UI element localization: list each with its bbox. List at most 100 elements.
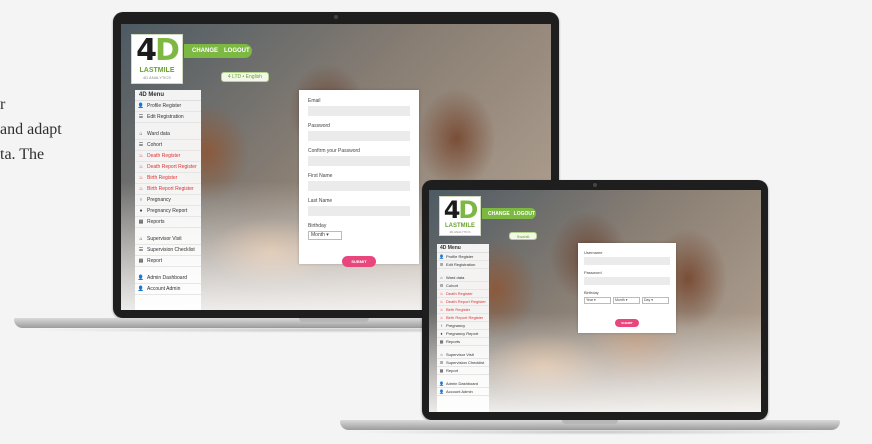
fire-icon: ♨: [138, 175, 144, 181]
chart-icon: ▦: [439, 339, 444, 344]
home-icon: ⌂: [139, 236, 143, 242]
menu-title: 4D Menu: [437, 244, 489, 253]
submit-button[interactable]: SUBMIT: [342, 256, 376, 267]
person-icon: ♀: [139, 197, 143, 203]
birthday-month-select[interactable]: Month ▾: [613, 297, 640, 304]
menu-item-admin-dashboard[interactable]: 👤 Admin Dashboard: [135, 273, 201, 284]
menu-item-death-register[interactable]: ♨ Death Register: [135, 151, 201, 162]
list-icon: ☰: [439, 283, 444, 288]
menu-item-birth-report[interactable]: ♨ Birth Report Register: [437, 314, 489, 322]
user-icon: 👤: [439, 381, 444, 386]
user-icon: 👤: [439, 389, 444, 394]
submit-button[interactable]: SUBMIT: [615, 319, 639, 327]
menu-item-edit-registration[interactable]: ☰ Edit Registration: [135, 112, 201, 123]
camera-icon: [334, 15, 338, 19]
menu-item-profile-register[interactable]: 👤 Profile Register: [135, 101, 201, 112]
birthday-year-select[interactable]: Year ▾: [584, 297, 611, 304]
birthday-label: Birthday: [584, 290, 599, 295]
login-form: Username Password Birthday Year ▾ Month …: [578, 243, 676, 333]
home-icon: ⌂: [440, 352, 443, 357]
menu-item-reports[interactable]: ▦ Reports: [437, 338, 489, 346]
menu-item-supervisor-visit[interactable]: ⌂ Supervisor Visit: [437, 351, 489, 359]
first-name-field[interactable]: [308, 181, 410, 191]
menu-item-birth-report[interactable]: ♨ Birth Report Register: [135, 184, 201, 195]
logo-tagline: 4D ANALYTICS: [449, 230, 471, 234]
registration-form: Email Password Confirm your Password Fir…: [299, 90, 419, 267]
menu-item-account-admin[interactable]: 👤 Account Admin: [437, 388, 489, 396]
username-field[interactable]: [584, 257, 670, 265]
nav-change[interactable]: CHANGE: [488, 211, 510, 217]
email-field[interactable]: [308, 106, 410, 116]
menu-item-ward-data[interactable]: ⌂ Ward data: [135, 129, 201, 140]
drop-icon: ♦: [440, 331, 443, 336]
menu-item-cohort[interactable]: ☰ Cohort: [437, 282, 489, 290]
menu-item-supervision-checklist[interactable]: ☰ Supervision Checklist: [437, 359, 489, 367]
confirm-password-field[interactable]: [308, 156, 410, 166]
menu-item-birth-register[interactable]: ♨ Birth Register: [437, 306, 489, 314]
menu-title: 4D Menu: [135, 90, 201, 101]
menu-item-ward-data[interactable]: ⌂ Ward data: [437, 274, 489, 282]
language-selector[interactable]: 4 LTD • English: [221, 72, 269, 82]
field-label: Username: [584, 250, 603, 255]
logo-brand: LASTMILE: [445, 223, 475, 229]
fire-icon: ♨: [138, 153, 144, 159]
chart-icon: ▦: [439, 368, 444, 373]
user-icon: 👤: [439, 254, 444, 259]
last-name-field[interactable]: [308, 206, 410, 216]
menu-item-profile-register[interactable]: 👤 Profile Register: [437, 253, 489, 261]
list-icon: ☰: [439, 262, 444, 267]
field-label: Password: [584, 270, 602, 275]
logo-brand: LASTMILE: [139, 67, 175, 74]
list-icon: ☰: [138, 247, 144, 253]
fire-icon: ♨: [439, 315, 444, 320]
top-nav: CHANGE LOGOUT: [184, 44, 252, 58]
menu-item-cohort[interactable]: ☰ Cohort: [135, 140, 201, 151]
nav-logout[interactable]: LOGOUT: [224, 48, 250, 54]
menu-item-death-report[interactable]: ♨ Death Report Register: [437, 298, 489, 306]
password-field[interactable]: [584, 277, 670, 285]
person-icon: ♀: [440, 323, 443, 328]
menu-item-birth-register[interactable]: ♨ Birth Register: [135, 173, 201, 184]
chart-icon: ▦: [138, 258, 144, 264]
menu-item-report[interactable]: ▦ Report: [135, 256, 201, 267]
menu-item-supervisor-visit[interactable]: ⌂ Supervisor Visit: [135, 234, 201, 245]
user-icon: 👤: [137, 275, 145, 281]
menu-item-pregnancy-report[interactable]: ♦ Pregnancy Report: [437, 330, 489, 338]
chart-icon: ▦: [138, 219, 144, 225]
intro-line-3: ta. The: [0, 146, 45, 163]
language-selector[interactable]: Swahili: [509, 232, 537, 240]
menu-item-admin-dashboard[interactable]: 👤 Admin Dashboard: [437, 380, 489, 388]
nav-logout[interactable]: LOGOUT: [514, 211, 535, 217]
menu-item-pregnancy[interactable]: ♀ Pregnancy: [135, 195, 201, 206]
menu-item-edit-registration[interactable]: ☰ Edit Registration: [437, 261, 489, 269]
birthday-day-select[interactable]: Day ▾: [642, 297, 669, 304]
field-label: Last Name: [308, 198, 333, 204]
fire-icon: ♨: [439, 291, 444, 296]
side-menu: 4D Menu 👤 Profile Register ☰ Edit Registra…: [135, 90, 201, 310]
list-icon: ☰: [138, 142, 144, 148]
birthday-month-select[interactable]: Month ▾: [308, 231, 342, 240]
laptop-small-screen: 4D LASTMILE 4D ANALYTICS CHANGE LOGOUT S…: [429, 190, 761, 412]
menu-item-supervision-checklist[interactable]: ☰ Supervision Checklist: [135, 245, 201, 256]
camera-icon: [593, 183, 597, 187]
top-nav: CHANGE LOGOUT: [482, 208, 536, 219]
home-icon: ⌂: [139, 131, 143, 137]
side-menu: 4D Menu 👤 Profile Register ☰ Edit Registra…: [437, 244, 489, 412]
menu-item-death-register[interactable]: ♨ Death Register: [437, 290, 489, 298]
birthday-selects: Year ▾ Month ▾ Day ▾: [584, 297, 670, 304]
logo-4d[interactable]: 4D LASTMILE 4D ANALYTICS: [439, 196, 481, 236]
menu-item-pregnancy[interactable]: ♀ Pregnancy: [437, 322, 489, 330]
intro-line-2: and adapt: [0, 121, 62, 138]
nav-change[interactable]: CHANGE: [192, 48, 218, 54]
menu-item-report[interactable]: ▦ Report: [437, 367, 489, 375]
menu-item-death-report[interactable]: ♨ Death Report Register: [135, 162, 201, 173]
menu-item-account-admin[interactable]: 👤 Account Admin: [135, 284, 201, 295]
menu-item-pregnancy-report[interactable]: ♦ Pregnancy Report: [135, 206, 201, 217]
password-field[interactable]: [308, 131, 410, 141]
user-icon: 👤: [137, 103, 145, 109]
fire-icon: ♨: [439, 299, 444, 304]
logo-4d[interactable]: 4D LASTMILE 4D ANALYTICS: [131, 34, 183, 84]
menu-item-reports[interactable]: ▦ Reports: [135, 217, 201, 228]
field-label: Confirm your Password: [308, 148, 360, 154]
field-label: First Name: [308, 173, 333, 179]
